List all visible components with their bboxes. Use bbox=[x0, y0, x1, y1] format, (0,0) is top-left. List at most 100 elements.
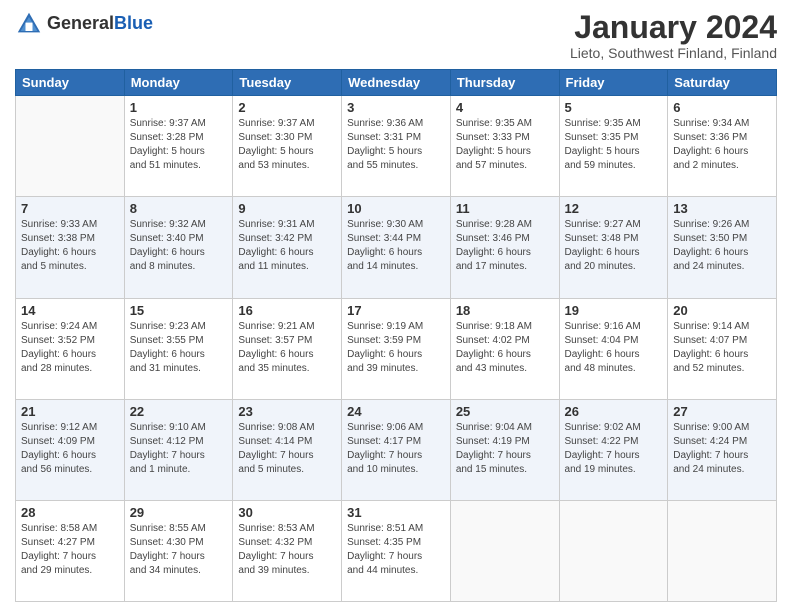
calendar-day-cell: 18 Sunrise: 9:18 AMSunset: 4:02 PMDayligh… bbox=[450, 298, 559, 399]
day-number: 27 bbox=[673, 404, 771, 419]
day-info: Sunrise: 9:16 AMSunset: 4:04 PMDaylight:… bbox=[565, 320, 663, 376]
day-info: Sunrise: 9:19 AMSunset: 3:59 PMDaylight:… bbox=[347, 320, 445, 376]
calendar-day-cell: 23 Sunrise: 9:08 AMSunset: 4:14 PMDayligh… bbox=[233, 399, 342, 500]
header-right: January 2024 Lieto, Southwest Finland, F… bbox=[570, 10, 777, 61]
header-friday: Friday bbox=[559, 70, 668, 96]
calendar-day-cell: 25 Sunrise: 9:04 AMSunset: 4:19 PMDayligh… bbox=[450, 399, 559, 500]
calendar-day-cell: 22 Sunrise: 9:10 AMSunset: 4:12 PMDayligh… bbox=[124, 399, 233, 500]
day-number: 28 bbox=[21, 505, 119, 520]
header-wednesday: Wednesday bbox=[342, 70, 451, 96]
day-number: 22 bbox=[130, 404, 228, 419]
day-info: Sunrise: 9:37 AMSunset: 3:28 PMDaylight:… bbox=[130, 117, 228, 173]
day-info: Sunrise: 9:02 AMSunset: 4:22 PMDaylight:… bbox=[565, 421, 663, 477]
calendar-day-cell: 26 Sunrise: 9:02 AMSunset: 4:22 PMDayligh… bbox=[559, 399, 668, 500]
day-info: Sunrise: 9:34 AMSunset: 3:36 PMDaylight:… bbox=[673, 117, 771, 173]
day-info: Sunrise: 9:00 AMSunset: 4:24 PMDaylight:… bbox=[673, 421, 771, 477]
calendar-day-cell: 8 Sunrise: 9:32 AMSunset: 3:40 PMDaylight… bbox=[124, 197, 233, 298]
day-number: 8 bbox=[130, 201, 228, 216]
month-title: January 2024 bbox=[570, 10, 777, 45]
day-info: Sunrise: 9:28 AMSunset: 3:46 PMDaylight:… bbox=[456, 218, 554, 274]
day-number: 3 bbox=[347, 100, 445, 115]
calendar-day-cell: 5 Sunrise: 9:35 AMSunset: 3:35 PMDaylight… bbox=[559, 96, 668, 197]
day-number: 15 bbox=[130, 303, 228, 318]
calendar-day-cell: 9Sunrise: 9:31 AMSunset: 3:42 PMDaylight… bbox=[233, 197, 342, 298]
calendar-day-cell bbox=[668, 500, 777, 601]
page-header: GeneralBlue January 2024 Lieto, Southwes… bbox=[15, 10, 777, 61]
day-number: 17 bbox=[347, 303, 445, 318]
day-number: 21 bbox=[21, 404, 119, 419]
calendar-day-cell: 10Sunrise: 9:30 AMSunset: 3:44 PMDayligh… bbox=[342, 197, 451, 298]
day-info: Sunrise: 9:32 AMSunset: 3:40 PMDaylight:… bbox=[130, 218, 228, 274]
day-info: Sunrise: 9:08 AMSunset: 4:14 PMDaylight:… bbox=[238, 421, 336, 477]
calendar-day-cell: 16 Sunrise: 9:21 AMSunset: 3:57 PMDayligh… bbox=[233, 298, 342, 399]
header-tuesday: Tuesday bbox=[233, 70, 342, 96]
day-number: 31 bbox=[347, 505, 445, 520]
calendar-day-cell bbox=[16, 96, 125, 197]
day-number: 1 bbox=[130, 100, 228, 115]
day-number: 25 bbox=[456, 404, 554, 419]
day-info: Sunrise: 9:35 AMSunset: 3:35 PMDaylight:… bbox=[565, 117, 663, 173]
day-info: Sunrise: 8:58 AMSunset: 4:27 PMDaylight:… bbox=[21, 522, 119, 578]
day-info: Sunrise: 9:10 AMSunset: 4:12 PMDaylight:… bbox=[130, 421, 228, 477]
day-info: Sunrise: 9:18 AMSunset: 4:02 PMDaylight:… bbox=[456, 320, 554, 376]
day-number: 6 bbox=[673, 100, 771, 115]
calendar-day-cell: 2Sunrise: 9:37 AMSunset: 3:30 PMDaylight… bbox=[233, 96, 342, 197]
day-info: Sunrise: 9:30 AMSunset: 3:44 PMDaylight:… bbox=[347, 218, 445, 274]
calendar-day-cell: 14Sunrise: 9:24 AMSunset: 3:52 PMDayligh… bbox=[16, 298, 125, 399]
header-saturday: Saturday bbox=[668, 70, 777, 96]
calendar-day-cell: 6 Sunrise: 9:34 AMSunset: 3:36 PMDaylight… bbox=[668, 96, 777, 197]
day-info: Sunrise: 9:26 AMSunset: 3:50 PMDaylight:… bbox=[673, 218, 771, 274]
day-info: Sunrise: 9:21 AMSunset: 3:57 PMDaylight:… bbox=[238, 320, 336, 376]
day-number: 11 bbox=[456, 201, 554, 216]
day-info: Sunrise: 9:23 AMSunset: 3:55 PMDaylight:… bbox=[130, 320, 228, 376]
day-info: Sunrise: 9:27 AMSunset: 3:48 PMDaylight:… bbox=[565, 218, 663, 274]
day-number: 13 bbox=[673, 201, 771, 216]
day-info: Sunrise: 8:51 AMSunset: 4:35 PMDaylight:… bbox=[347, 522, 445, 578]
calendar-day-cell: 29 Sunrise: 8:55 AMSunset: 4:30 PMDayligh… bbox=[124, 500, 233, 601]
calendar-day-cell: 11 Sunrise: 9:28 AMSunset: 3:46 PMDayligh… bbox=[450, 197, 559, 298]
day-info: Sunrise: 9:24 AMSunset: 3:52 PMDaylight:… bbox=[21, 320, 119, 376]
calendar-day-cell: 3 Sunrise: 9:36 AMSunset: 3:31 PMDaylight… bbox=[342, 96, 451, 197]
day-info: Sunrise: 9:36 AMSunset: 3:31 PMDaylight:… bbox=[347, 117, 445, 173]
calendar-day-cell: 31 Sunrise: 8:51 AMSunset: 4:35 PMDayligh… bbox=[342, 500, 451, 601]
calendar-day-cell: 19 Sunrise: 9:16 AMSunset: 4:04 PMDayligh… bbox=[559, 298, 668, 399]
day-number: 19 bbox=[565, 303, 663, 318]
day-number: 26 bbox=[565, 404, 663, 419]
header-thursday: Thursday bbox=[450, 70, 559, 96]
day-number: 29 bbox=[130, 505, 228, 520]
logo-icon bbox=[15, 10, 43, 38]
day-info: Sunrise: 8:53 AMSunset: 4:32 PMDaylight:… bbox=[238, 522, 336, 578]
location: Lieto, Southwest Finland, Finland bbox=[570, 45, 777, 61]
calendar-week-row: 21 Sunrise: 9:12 AMSunset: 4:09 PMDayligh… bbox=[16, 399, 777, 500]
day-number: 23 bbox=[238, 404, 336, 419]
calendar-table: Sunday Monday Tuesday Wednesday Thursday… bbox=[15, 69, 777, 602]
calendar-day-cell: 7 Sunrise: 9:33 AMSunset: 3:38 PMDaylight… bbox=[16, 197, 125, 298]
logo-text: GeneralBlue bbox=[47, 14, 153, 34]
calendar-day-cell: 21 Sunrise: 9:12 AMSunset: 4:09 PMDayligh… bbox=[16, 399, 125, 500]
day-info: Sunrise: 9:33 AMSunset: 3:38 PMDaylight:… bbox=[21, 218, 119, 274]
day-info: Sunrise: 8:55 AMSunset: 4:30 PMDaylight:… bbox=[130, 522, 228, 578]
day-number: 9 bbox=[238, 201, 336, 216]
logo: GeneralBlue bbox=[15, 10, 153, 38]
day-info: Sunrise: 9:37 AMSunset: 3:30 PMDaylight:… bbox=[238, 117, 336, 173]
calendar-day-cell: 27 Sunrise: 9:00 AMSunset: 4:24 PMDayligh… bbox=[668, 399, 777, 500]
day-number: 5 bbox=[565, 100, 663, 115]
header-sunday: Sunday bbox=[16, 70, 125, 96]
calendar-week-row: 1 Sunrise: 9:37 AMSunset: 3:28 PMDaylight… bbox=[16, 96, 777, 197]
day-number: 7 bbox=[21, 201, 119, 216]
day-info: Sunrise: 9:06 AMSunset: 4:17 PMDaylight:… bbox=[347, 421, 445, 477]
calendar-day-cell: 13 Sunrise: 9:26 AMSunset: 3:50 PMDayligh… bbox=[668, 197, 777, 298]
calendar-week-row: 28 Sunrise: 8:58 AMSunset: 4:27 PMDayligh… bbox=[16, 500, 777, 601]
calendar-day-cell: 12Sunrise: 9:27 AMSunset: 3:48 PMDayligh… bbox=[559, 197, 668, 298]
calendar-day-cell: 15 Sunrise: 9:23 AMSunset: 3:55 PMDayligh… bbox=[124, 298, 233, 399]
day-info: Sunrise: 9:04 AMSunset: 4:19 PMDaylight:… bbox=[456, 421, 554, 477]
calendar-day-cell: 17 Sunrise: 9:19 AMSunset: 3:59 PMDayligh… bbox=[342, 298, 451, 399]
day-number: 18 bbox=[456, 303, 554, 318]
calendar-week-row: 14Sunrise: 9:24 AMSunset: 3:52 PMDayligh… bbox=[16, 298, 777, 399]
calendar-day-cell: 4 Sunrise: 9:35 AMSunset: 3:33 PMDaylight… bbox=[450, 96, 559, 197]
day-info: Sunrise: 9:35 AMSunset: 3:33 PMDaylight:… bbox=[456, 117, 554, 173]
day-number: 16 bbox=[238, 303, 336, 318]
calendar-week-row: 7 Sunrise: 9:33 AMSunset: 3:38 PMDaylight… bbox=[16, 197, 777, 298]
day-info: Sunrise: 9:12 AMSunset: 4:09 PMDaylight:… bbox=[21, 421, 119, 477]
day-number: 4 bbox=[456, 100, 554, 115]
